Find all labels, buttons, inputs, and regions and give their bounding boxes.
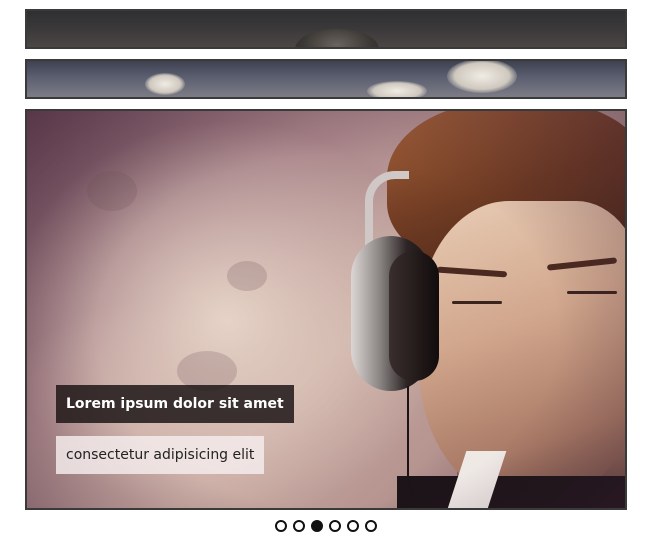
slider-demo: Lorem ipsum dolor sit amet consectetur a… xyxy=(0,0,650,549)
main-slide[interactable]: Lorem ipsum dolor sit amet consectetur a… xyxy=(25,109,627,510)
pagination-dot[interactable] xyxy=(365,520,377,532)
pagination-dot[interactable] xyxy=(275,520,287,532)
slide-thumbnail-1[interactable] xyxy=(25,9,627,49)
slide-thumbnail-2[interactable] xyxy=(25,59,627,99)
pagination-dots xyxy=(0,520,650,534)
photo-head-silhouette xyxy=(295,29,379,47)
pagination-dot[interactable] xyxy=(329,520,341,532)
photo-cloud xyxy=(447,61,517,93)
photo-cloud xyxy=(367,81,427,97)
pagination-dot[interactable] xyxy=(293,520,305,532)
pagination-dot-active[interactable] xyxy=(311,520,323,532)
photo-cloud xyxy=(145,73,185,95)
pagination-dot[interactable] xyxy=(347,520,359,532)
caption-subtitle: consectetur adipisicing elit xyxy=(56,436,265,474)
caption-title: Lorem ipsum dolor sit amet xyxy=(56,385,294,423)
